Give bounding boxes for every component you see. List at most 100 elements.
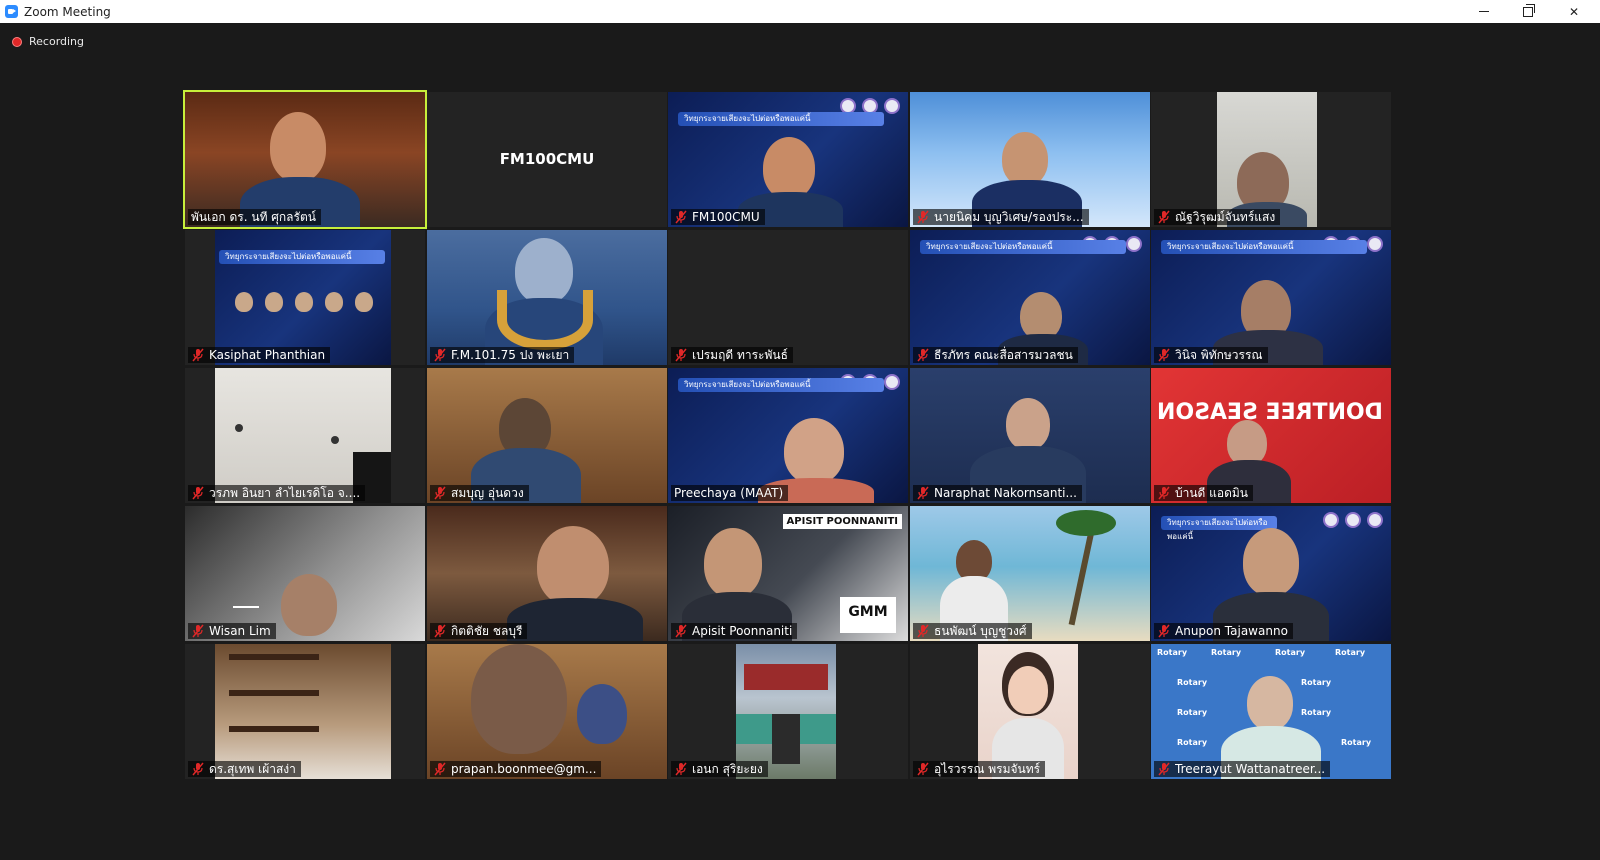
participant-video: Rotary Rotary Rotary Rotary Rotary Rotar… xyxy=(1151,644,1391,779)
participant-tile[interactable]: พันเอก ดร. นที ศุกลรัตน์ xyxy=(183,90,427,229)
participant-name: Treerayut Wattanatreer... xyxy=(1175,762,1326,776)
muted-mic-icon xyxy=(917,348,929,362)
minimize-icon xyxy=(1479,11,1489,12)
participant-tile[interactable]: FM100CMU xyxy=(427,92,667,227)
participant-video: วิทยุกระจายเสียงจะไปต่อหรือพอแค่นี้ xyxy=(668,92,908,227)
participant-video: วิทยุกระจายเสียงจะไปต่อหรือพอแค่นี้ xyxy=(1151,506,1391,641)
participant-video: วิทยุกระจายเสียงจะไปต่อหรือพอแค่นี้ xyxy=(215,230,391,365)
rotary-text: Rotary xyxy=(1301,708,1332,717)
poster-title: วิทยุกระจายเสียงจะไปต่อหรือพอแค่นี้ xyxy=(920,240,1126,254)
participant-tile[interactable]: สมบุญ อุ่นดวง xyxy=(427,368,667,503)
participant-name-tag: Treerayut Wattanatreer... xyxy=(1154,761,1331,777)
participant-tile[interactable]: วิทยุกระจายเสียงจะไปต่อหรือพอแค่นี้ Anup… xyxy=(1151,506,1391,641)
participant-name: กิตติชัย ชลบุรี xyxy=(451,623,523,638)
participant-tile[interactable]: วิทยุกระจายเสียงจะไปต่อหรือพอแค่นี้ Kasi… xyxy=(185,230,425,365)
participant-tile[interactable]: วรภพ อินยา ลำไยเรดิโอ จ.... xyxy=(185,368,425,503)
rotary-text: Rotary xyxy=(1211,648,1242,657)
participant-tile[interactable]: Wisan Lim xyxy=(185,506,425,641)
rotary-text: Rotary xyxy=(1341,738,1372,747)
participant-name-tag: อุไรวรรณ พรมจันทร์ xyxy=(913,761,1046,777)
participant-video xyxy=(427,644,667,779)
rotary-text: Rotary xyxy=(1157,648,1188,657)
minimize-button[interactable] xyxy=(1462,0,1506,23)
participant-tile[interactable]: นายนิคม บุญวิเศษ/รองประ... xyxy=(910,92,1150,227)
recording-dot-icon xyxy=(12,36,22,47)
participant-name-tag: Kasiphat Phanthian xyxy=(188,347,331,363)
poster-title: วิทยุกระจายเสียงจะไปต่อหรือพอแค่นี้ xyxy=(1161,240,1367,254)
recording-label: Recording xyxy=(29,35,85,48)
participant-name-tag: พันเอก ดร. นที ศุกลรัตน์ xyxy=(188,209,321,225)
participant-name-tag: วินิจ พิทักษวรรณ xyxy=(1154,347,1268,363)
participant-name-tag: บ้านดี แอดมิน xyxy=(1154,485,1254,501)
participant-tile[interactable]: วิทยุกระจายเสียงจะไปต่อหรือพอแค่นี้ วินิ… xyxy=(1151,230,1391,365)
close-icon: ✕ xyxy=(1568,4,1580,19)
participant-name: prapan.boonmee@gm... xyxy=(451,762,597,776)
participant-name: วินิจ พิทักษวรรณ xyxy=(1175,347,1263,362)
participant-name: Naraphat Nakornsanti... xyxy=(934,486,1077,500)
participant-name-tag: Apisit Poonnaniti xyxy=(671,623,798,639)
participant-name: พันเอก ดร. นที ศุกลรัตน์ xyxy=(191,209,316,224)
muted-mic-icon xyxy=(917,210,929,224)
video-gallery: พันเอก ดร. นที ศุกลรัตน์ FM100CMU วิทยุก… xyxy=(183,90,1415,794)
participant-name: อุไรวรรณ พรมจันทร์ xyxy=(934,761,1041,776)
participant-name-tag: prapan.boonmee@gm... xyxy=(430,761,602,777)
participant-name-tag: ดร.สุเทพ เผ้าสง่า xyxy=(188,761,301,777)
muted-mic-icon xyxy=(675,210,687,224)
participant-tile[interactable]: Naraphat Nakornsanti... xyxy=(910,368,1150,503)
participant-name-tag: FM100CMU xyxy=(671,209,765,225)
participant-tile[interactable]: วิทยุกระจายเสียงจะไปต่อหรือพอแค่นี้ ธีรภ… xyxy=(910,230,1150,365)
muted-mic-icon xyxy=(1158,210,1170,224)
participant-tile[interactable]: วิทยุกระจายเสียงจะไปต่อหรือพอแค่นี้ Pree… xyxy=(668,368,908,503)
participant-name-tag: ธีรภัทร คณะสื่อสารมวลชน xyxy=(913,347,1078,363)
muted-mic-icon xyxy=(917,486,929,500)
participant-name: วรภพ อินยา ลำไยเรดิโอ จ.... xyxy=(209,485,361,500)
muted-mic-icon xyxy=(675,348,687,362)
muted-mic-icon xyxy=(434,348,446,362)
maximize-button[interactable] xyxy=(1506,0,1550,23)
participant-name: เอนก สุริยะยง xyxy=(692,761,763,776)
participant-tile[interactable]: เปรมฤดี ทาระพันธ์ xyxy=(668,230,908,365)
participant-name: ณัฐวิรุฒม์จันทร์แสง xyxy=(1175,209,1276,224)
participant-tile[interactable]: ณัฐวิรุฒม์จันทร์แสง xyxy=(1151,92,1391,227)
rotary-text: Rotary xyxy=(1177,708,1208,717)
participant-name: สมบุญ อุ่นดวง xyxy=(451,485,524,500)
recording-indicator[interactable]: Recording xyxy=(12,35,84,48)
participant-tile[interactable]: กิตติชัย ชลบุรี xyxy=(427,506,667,641)
participant-name-tag: กิตติชัย ชลบุรี xyxy=(430,623,528,639)
participant-name-tag: นายนิคม บุญวิเศษ/รองประ... xyxy=(913,209,1089,225)
participant-name-tag: Naraphat Nakornsanti... xyxy=(913,485,1082,501)
participant-tile[interactable]: APISIT POONNANITI GMM Apisit Poonnaniti xyxy=(668,506,908,641)
name-banner: APISIT POONNANITI xyxy=(782,514,902,529)
participant-tile[interactable]: ธนพัฒน์ บุญชูวงศ์ xyxy=(910,506,1150,641)
participant-video: วิทยุกระจายเสียงจะไปต่อหรือพอแค่นี้ xyxy=(668,368,908,503)
close-button[interactable]: ✕ xyxy=(1552,0,1596,23)
title-bar: Zoom Meeting ✕ xyxy=(0,0,1600,23)
participant-tile[interactable]: เอนก สุริยะยง xyxy=(668,644,908,779)
participant-name-tag: F.M.101.75 ปง พะเยา xyxy=(430,347,575,363)
muted-mic-icon xyxy=(917,624,929,638)
participant-name-tag: วรภพ อินยา ลำไยเรดิโอ จ.... xyxy=(188,485,366,501)
participant-video: APISIT POONNANITI GMM xyxy=(668,506,908,641)
zoom-app-icon xyxy=(5,5,18,18)
muted-mic-icon xyxy=(675,624,687,638)
participant-tile[interactable]: ดร.สุเทพ เผ้าสง่า xyxy=(185,644,425,779)
participant-tile[interactable]: อุไรวรรณ พรมจันทร์ xyxy=(910,644,1150,779)
participant-tile[interactable]: วิทยุกระจายเสียงจะไปต่อหรือพอแค่นี้ FM10… xyxy=(668,92,908,227)
participant-tile[interactable]: prapan.boonmee@gm... xyxy=(427,644,667,779)
participant-name: F.M.101.75 ปง พะเยา xyxy=(451,347,570,362)
participant-name-tag: Anupon Tajawanno xyxy=(1154,623,1293,639)
participant-video xyxy=(910,368,1150,503)
poster-title: วิทยุกระจายเสียงจะไปต่อหรือพอแค่นี้ xyxy=(678,378,884,392)
participant-name: Wisan Lim xyxy=(209,624,271,638)
participant-tile[interactable]: F.M.101.75 ปง พะเยา xyxy=(427,230,667,365)
participant-tile[interactable]: DONTREE SEASON บ้านดี แอดมิน xyxy=(1151,368,1391,503)
muted-mic-icon xyxy=(434,624,446,638)
participant-tile[interactable]: Rotary Rotary Rotary Rotary Rotary Rotar… xyxy=(1151,644,1391,779)
muted-mic-icon xyxy=(1158,348,1170,362)
poster-title: วิทยุกระจายเสียงจะไปต่อหรือพอแค่นี้ xyxy=(678,112,884,126)
participant-name: บ้านดี แอดมิน xyxy=(1175,485,1249,500)
muted-mic-icon xyxy=(917,762,929,776)
rotary-text: Rotary xyxy=(1177,678,1208,687)
participant-name: Kasiphat Phanthian xyxy=(209,348,326,362)
muted-mic-icon xyxy=(434,486,446,500)
